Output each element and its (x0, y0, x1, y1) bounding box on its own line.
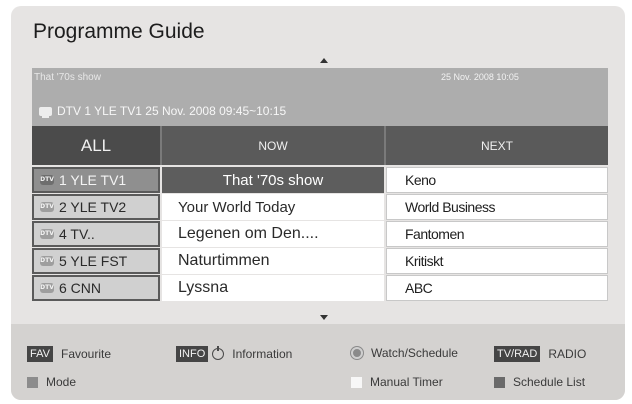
channel-name: 5 YLE FST (59, 253, 128, 269)
channel-row[interactable]: DTV 1 YLE TV1 That '70s show Keno (32, 167, 608, 193)
channel-name: 1 YLE TV1 (59, 172, 127, 188)
tab-now[interactable]: NOW (162, 126, 384, 165)
channel-name: 4 TV.. (59, 226, 95, 242)
watch-schedule-key[interactable]: Watch/Schedule (351, 346, 458, 360)
current-datetime: 25 Nov. 2008 10:05 (441, 72, 519, 82)
dtv-icon: DTV (40, 256, 54, 266)
key-legend: FAV Favourite INFO Information Watch/Sch… (11, 324, 625, 400)
fav-button[interactable]: FAV (27, 346, 53, 362)
dtv-icon: DTV (40, 175, 54, 185)
now-programme-cell[interactable]: Naturtimmen (162, 248, 384, 274)
tab-all[interactable]: ALL (32, 126, 160, 165)
manual-timer-key[interactable]: Manual Timer (351, 375, 443, 389)
page-title: Programme Guide (33, 20, 205, 43)
programme-guide-window: Programme Guide That '70s show 25 Nov. 2… (11, 6, 625, 400)
next-programme-cell[interactable]: Fantomen (386, 221, 608, 247)
channel-list: DTV 1 YLE TV1 That '70s show Keno DTV 2 … (32, 167, 608, 302)
channel-row[interactable]: DTV 5 YLE FST Naturtimmen Kritiskt (32, 248, 608, 274)
dtv-icon: DTV (40, 229, 54, 239)
channel-row[interactable]: DTV 4 TV.. Legenen om Den.... Fantomen (32, 221, 608, 247)
schedule-list-label: Schedule List (513, 375, 586, 389)
guide-tabs: ALL NOW NEXT (32, 126, 608, 165)
now-programme-cell[interactable]: That '70s show (162, 167, 384, 193)
now-programme-cell[interactable]: Legenen om Den.... (162, 221, 384, 247)
scroll-up-icon[interactable] (320, 58, 328, 63)
favourite-label: Favourite (60, 347, 112, 361)
tvrad-button[interactable]: TV/RAD (494, 346, 541, 362)
tv-radio-key[interactable]: TV/RAD RADIO (494, 346, 586, 362)
next-programme-cell[interactable]: Kritiskt (386, 248, 608, 274)
now-programme-cell[interactable]: Your World Today (162, 194, 384, 220)
programme-info-bar: That '70s show 25 Nov. 2008 10:05 DTV 1 … (32, 68, 608, 126)
favourite-key[interactable]: FAV Favourite (27, 346, 111, 362)
next-programme-cell[interactable]: World Business (386, 194, 608, 220)
yellow-key-icon[interactable] (351, 376, 362, 388)
next-programme-cell[interactable]: ABC (386, 275, 608, 301)
tab-next[interactable]: NEXT (386, 126, 608, 165)
channel-cell[interactable]: DTV 5 YLE FST (32, 248, 160, 274)
watch-schedule-label: Watch/Schedule (371, 346, 458, 360)
blue-key-icon[interactable] (494, 376, 505, 388)
manual-timer-label: Manual Timer (370, 375, 443, 389)
programme-details-text: DTV 1 YLE TV1 25 Nov. 2008 09:45~10:15 (57, 104, 287, 118)
channel-name: 6 CNN (59, 280, 102, 296)
radio-label: RADIO (548, 347, 587, 361)
dtv-icon: DTV (40, 283, 54, 293)
channel-cell[interactable]: DTV 6 CNN (32, 275, 160, 301)
information-key[interactable]: INFO Information (176, 346, 292, 362)
next-programme-cell[interactable]: Keno (386, 167, 608, 193)
programme-details: DTV 1 YLE TV1 25 Nov. 2008 09:45~10:15 (39, 104, 286, 118)
information-label: Information (232, 347, 293, 361)
current-programme-title: That '70s show (34, 72, 101, 83)
channel-row[interactable]: DTV 6 CNN Lyssna ABC (32, 275, 608, 301)
info-button[interactable]: INFO (176, 346, 209, 362)
mode-label: Mode (46, 375, 77, 389)
channel-cell[interactable]: DTV 1 YLE TV1 (32, 167, 160, 193)
dtv-icon: DTV (40, 202, 54, 212)
channel-cell[interactable]: DTV 2 YLE TV2 (32, 194, 160, 220)
ok-button-icon[interactable] (351, 347, 363, 359)
channel-row[interactable]: DTV 2 YLE TV2 Your World Today World Bus… (32, 194, 608, 220)
tv-icon (39, 106, 52, 118)
channel-cell[interactable]: DTV 4 TV.. (32, 221, 160, 247)
power-icon (212, 346, 225, 360)
schedule-list-key[interactable]: Schedule List (494, 375, 585, 389)
scroll-down-icon[interactable] (320, 315, 328, 320)
red-key-icon[interactable] (27, 376, 38, 388)
mode-key[interactable]: Mode (27, 375, 76, 389)
now-programme-cell[interactable]: Lyssna (162, 275, 384, 301)
channel-name: 2 YLE TV2 (59, 199, 127, 215)
